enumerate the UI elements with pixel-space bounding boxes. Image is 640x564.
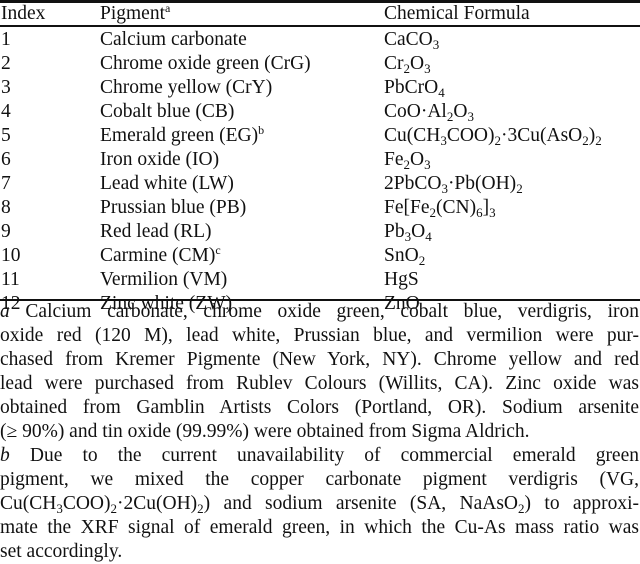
- pigment-footnote-mark: c: [215, 243, 221, 257]
- cell-formula: HgS: [384, 269, 419, 290]
- cell-formula: Pb3O4: [384, 221, 432, 244]
- table-row: 2 Chrome oxide green (CrG) Cr2O3: [0, 53, 640, 77]
- footnote-line: b Due to the current unavailability of c…: [0, 445, 639, 466]
- table-row: 10 Carmine (CM)c SnO2: [0, 243, 640, 269]
- table-row: 6 Iron oxide (IO) Fe2O3: [0, 149, 640, 173]
- table-footnotes: a Calcium carbonate, chrome oxide green,…: [0, 300, 640, 564]
- cell-index: 6: [1, 149, 11, 170]
- table-body: 1 Calcium carbonate CaCO3 2 Chrome oxide gre…: [0, 29, 640, 317]
- footnote-mark: a: [0, 301, 26, 322]
- table-row: 3 Chrome yellow (CrY) PbCrO4: [0, 77, 640, 101]
- cell-pigment: Calcium carbonate: [100, 29, 247, 50]
- cell-index: 5: [1, 125, 11, 146]
- cell-pigment: Chrome yellow (CrY): [100, 77, 273, 98]
- cell-index: 4: [1, 101, 11, 122]
- cell-index: 11: [1, 269, 20, 290]
- cell-pigment: Vermilion (VM): [100, 269, 228, 290]
- footnote-b: b Due to the current unavailability of c…: [0, 444, 640, 564]
- table-row: 7 Lead white (LW) 2PbCO3·Pb(OH)2: [0, 173, 640, 197]
- table-row: 1 Calcium carbonate CaCO3: [0, 29, 640, 53]
- cell-index: 7: [1, 173, 11, 194]
- table-row: 11 Vermilion (VM) HgS: [0, 269, 640, 293]
- table-row: 8 Prussian blue (PB) Fe[Fe2(CN)6]3: [0, 197, 640, 221]
- cell-index: 1: [1, 29, 11, 50]
- footnote-line: set accordingly.: [0, 541, 123, 562]
- header-formula: Chemical Formula: [384, 3, 530, 24]
- cell-pigment: Cobalt blue (CB): [100, 101, 235, 122]
- cell-index: 10: [1, 245, 21, 266]
- header-pigment-footnote-mark: a: [165, 1, 171, 15]
- cell-formula: Fe[Fe2(CN)6]3: [384, 197, 496, 220]
- cell-pigment: Emerald green (EG)b: [100, 123, 265, 146]
- pigment-table: Index Pigmenta Chemical Formula 1 Calcium…: [0, 1, 640, 317]
- cell-formula: SnO2: [384, 245, 426, 268]
- header-index: Index: [1, 3, 46, 24]
- cell-pigment: Iron oxide (IO): [100, 149, 220, 170]
- cell-pigment: Carmine (CM)c: [100, 243, 221, 266]
- cell-formula: 2PbCO3·Pb(OH)2: [384, 173, 523, 196]
- table-header-row: Index Pigmenta Chemical Formula: [0, 1, 640, 27]
- cell-pigment: Red lead (RL): [100, 221, 212, 242]
- table-row: 5 Emerald green (EG)b Cu(CH3COO)2·3Cu(AsO2…: [0, 123, 640, 149]
- cell-formula: Cu(CH3COO)2·3Cu(AsO2)2: [384, 125, 602, 148]
- cell-formula: Fe2O3: [384, 149, 431, 172]
- cell-index: 3: [1, 77, 11, 98]
- cell-formula: CaCO3: [384, 29, 440, 52]
- footnote-line: a Calcium carbonate, chrome oxide green,…: [0, 301, 639, 322]
- footnote-line: (≥ 90%) and tin oxide (99.99%) were obta…: [0, 421, 530, 442]
- table-row: 9 Red lead (RL) Pb3O4: [0, 221, 640, 245]
- cell-index: 8: [1, 197, 11, 218]
- footnote-line: mate the XRF signal of emerald green, in…: [0, 517, 639, 538]
- footnote-line: chased from Kremer Pigmente (New York, N…: [0, 349, 639, 370]
- cell-formula: Cr2O3: [384, 53, 431, 76]
- cell-pigment: Lead white (LW): [100, 173, 234, 194]
- footnote-mark: b: [0, 445, 30, 466]
- footnote-line: oxide red (120 M), lead white, Prussian …: [0, 325, 639, 346]
- footnote-line: obtained from Gamblin Artists Colors (Po…: [0, 397, 639, 418]
- cell-index: 9: [1, 221, 11, 242]
- footnote-line: pigment, we mixed the copper carbonate p…: [0, 469, 639, 490]
- table-row: 4 Cobalt blue (CB) CoO·Al2O3: [0, 101, 640, 125]
- header-pigment-label: Pigment: [100, 3, 166, 24]
- cell-index: 2: [1, 53, 11, 74]
- footnote-a: a Calcium carbonate, chrome oxide green,…: [0, 300, 640, 444]
- cell-formula: PbCrO4: [384, 77, 445, 100]
- cell-formula: CoO·Al2O3: [384, 101, 474, 124]
- pigment-footnote-mark: b: [258, 123, 265, 137]
- header-pigment: Pigmenta: [100, 1, 171, 25]
- footnote-line: lead were purchased from Rublev Colours …: [0, 373, 639, 394]
- footnote-line: Cu(CH3COO)2·2Cu(OH)2) and sodium arsenit…: [0, 493, 639, 516]
- cell-pigment: Prussian blue (PB): [100, 197, 247, 218]
- cell-pigment: Chrome oxide green (CrG): [100, 53, 311, 74]
